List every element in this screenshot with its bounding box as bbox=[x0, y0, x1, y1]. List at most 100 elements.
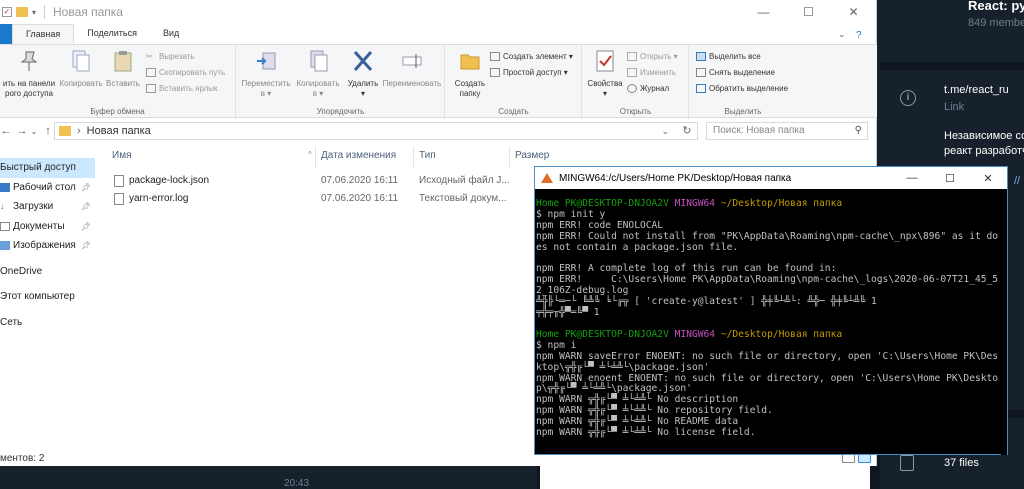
search-input[interactable]: Поиск: Новая папка ⚲ bbox=[706, 122, 868, 140]
group-label: Буфер обмена bbox=[90, 107, 145, 116]
pin-icon: 📌︎ bbox=[80, 221, 91, 231]
search-icon: ⚲ bbox=[854, 125, 862, 136]
output-line: npm ERR! Could not install from "PK\AppD… bbox=[536, 230, 999, 242]
tab-file[interactable] bbox=[0, 24, 12, 44]
column-size[interactable]: Размер bbox=[515, 150, 549, 161]
new-folder-button[interactable]: Создать папку bbox=[450, 49, 490, 99]
tab-home[interactable]: Главная bbox=[12, 24, 75, 44]
paste-shortcut-button[interactable]: Вставить ярлык bbox=[146, 84, 218, 93]
copy-button[interactable]: Копировать bbox=[58, 49, 104, 89]
sidebar-item-this-pc[interactable]: Этот компьютер bbox=[0, 287, 95, 307]
move-to-button[interactable]: Переместить в ▾ bbox=[239, 49, 293, 99]
ribbon: ить на панели рого доступа Копировать Вс… bbox=[0, 44, 877, 119]
up-icon[interactable]: ↑ bbox=[42, 125, 54, 137]
group-description: Независимое со реакт разработч bbox=[944, 130, 1024, 157]
divider bbox=[880, 62, 1024, 70]
close-button[interactable]: ✕ bbox=[831, 0, 876, 24]
chevron-down-icon[interactable]: ⌄ bbox=[838, 29, 856, 44]
invite-link[interactable]: t.me/react_ru bbox=[944, 84, 1009, 96]
properties-button[interactable]: Свойства ▾ bbox=[586, 49, 624, 99]
image-icon bbox=[0, 241, 10, 251]
member-count: 849 member bbox=[968, 17, 1024, 29]
output-line: npm WARN saveError ENOENT: no such file … bbox=[536, 350, 999, 362]
list-item[interactable]: yarn-error.log 07.06.2020 16:11 Текстовы… bbox=[100, 190, 540, 208]
divider[interactable] bbox=[315, 146, 316, 168]
column-name[interactable]: Имя bbox=[112, 150, 131, 161]
refresh-icon[interactable]: ↻ bbox=[677, 124, 697, 137]
sidebar-item-desktop[interactable]: Рабочий стол 📌︎ bbox=[0, 178, 95, 198]
copy-to-button[interactable]: Копировать в ▾ bbox=[293, 49, 343, 99]
address-bar-row: ← → ⌄ ↑ › Новая папка ⌄ ↻ Поиск: Новая п… bbox=[0, 120, 877, 142]
item-count: ментов: 2 bbox=[0, 453, 45, 464]
description-link[interactable]: // bbox=[1014, 175, 1020, 187]
maximize-button[interactable]: ☐ bbox=[786, 0, 831, 24]
properties-quick-icon[interactable]: ✓ bbox=[2, 7, 12, 17]
close-button[interactable]: ✕ bbox=[969, 167, 1007, 189]
new-item-button[interactable]: Создать элемент ▾ bbox=[490, 52, 573, 61]
paste-button[interactable]: Вставить bbox=[104, 49, 142, 89]
sidebar-item-pictures[interactable]: Изображения 📌︎ bbox=[0, 236, 95, 256]
shortcut-icon bbox=[146, 84, 156, 93]
copy-path-button[interactable]: Скопировать путь bbox=[146, 68, 225, 77]
sidebar-item-documents[interactable]: Документы 📌︎ bbox=[0, 217, 95, 237]
create-group: Создать папку Создать элемент ▾ Простой … bbox=[446, 45, 582, 119]
divider[interactable] bbox=[413, 146, 414, 168]
sidebar-item-onedrive[interactable]: OneDrive bbox=[0, 262, 95, 282]
new-folder-quick-icon[interactable] bbox=[16, 7, 28, 17]
sidebar-item-quick-access[interactable]: Быстрый доступ bbox=[0, 158, 95, 178]
maximize-button[interactable]: ☐ bbox=[931, 167, 969, 189]
files-count[interactable]: 37 files bbox=[944, 457, 979, 469]
tab-share[interactable]: Поделиться bbox=[74, 24, 150, 44]
pin-quick-access-button[interactable]: ить на панели рого доступа bbox=[0, 49, 58, 99]
group-label: Выделить bbox=[724, 107, 762, 116]
prompt-path: ~/Desktop/Новая папка bbox=[720, 328, 843, 340]
edit-icon bbox=[627, 68, 637, 77]
message-bubble bbox=[540, 462, 870, 489]
open-button[interactable]: Открыть ▾ bbox=[627, 52, 678, 61]
file-list: package-lock.json 07.06.2020 16:11 Исход… bbox=[100, 172, 540, 208]
git-bash-icon bbox=[541, 173, 553, 183]
invert-selection-icon bbox=[696, 84, 706, 93]
minimize-button[interactable]: — bbox=[741, 0, 786, 24]
sidebar-item-network[interactable]: Сеть bbox=[0, 313, 95, 333]
terminal-window[interactable]: MINGW64:/c/Users/Home PK/Desktop/Новая п… bbox=[534, 166, 1008, 455]
rename-button[interactable]: Переименовать bbox=[381, 49, 443, 89]
terminal-output[interactable]: Home PK@DESKTOP-DNJOA2V MINGW64 ~/Deskto… bbox=[535, 189, 1007, 451]
output-line: 2_106Z-debug.log bbox=[536, 285, 629, 297]
chevron-down-icon[interactable]: ▾ bbox=[32, 8, 36, 17]
title-bar: ✓ ▾ Новая папка — ☐ ✕ bbox=[0, 0, 876, 24]
chevron-down-icon[interactable]: ⌄ bbox=[661, 126, 669, 137]
list-item[interactable]: package-lock.json 07.06.2020 16:11 Исход… bbox=[100, 172, 540, 190]
select-none-button[interactable]: Снять выделение bbox=[696, 68, 775, 77]
tab-view[interactable]: Вид bbox=[150, 24, 192, 44]
column-date-modified[interactable]: Дата изменения bbox=[321, 150, 396, 161]
easy-access-button[interactable]: Простой доступ ▾ bbox=[490, 68, 568, 77]
command-line: $ npm init y bbox=[536, 208, 606, 220]
output-line: npm WARN ╦╬╔└▀ ╧└╧╩└ No license field. bbox=[536, 427, 756, 439]
output-line: ktop\╦╬╔└▀ ╧└╧╩└\package.json' bbox=[536, 361, 710, 373]
edit-button[interactable]: Изменить bbox=[627, 68, 676, 77]
sidebar-item-downloads[interactable]: ↓ Загрузки 📌︎ bbox=[0, 197, 95, 217]
group-label: Упорядочить bbox=[316, 107, 365, 116]
delete-button[interactable]: Удалить ▾ bbox=[345, 49, 381, 99]
column-type[interactable]: Тип bbox=[419, 150, 436, 161]
address-bar[interactable]: › Новая папка ⌄ ↻ bbox=[54, 122, 698, 140]
invert-selection-button[interactable]: Обратить выделение bbox=[696, 84, 788, 93]
back-icon[interactable]: ← bbox=[0, 125, 12, 137]
terminal-title: MINGW64:/c/Users/Home PK/Desktop/Новая п… bbox=[559, 172, 792, 184]
history-button[interactable]: Журнал bbox=[627, 84, 669, 93]
breadcrumb[interactable]: Новая папка bbox=[87, 125, 151, 137]
help-icon[interactable]: ? bbox=[856, 30, 876, 44]
file-icon bbox=[900, 455, 914, 471]
select-all-button[interactable]: Выделить все bbox=[696, 52, 761, 61]
open-icon bbox=[627, 52, 637, 61]
forward-icon[interactable]: → bbox=[16, 125, 28, 137]
minimize-button[interactable]: — bbox=[893, 167, 931, 189]
folder-icon bbox=[460, 54, 480, 70]
scrollbar[interactable] bbox=[1001, 189, 1007, 455]
group-label: Открыть bbox=[619, 107, 652, 116]
cut-button[interactable]: ✂ Вырезать bbox=[146, 52, 195, 61]
divider[interactable] bbox=[509, 146, 510, 168]
recent-locations-icon[interactable]: ⌄ bbox=[28, 127, 40, 136]
pin-icon: 📌︎ bbox=[80, 202, 91, 212]
